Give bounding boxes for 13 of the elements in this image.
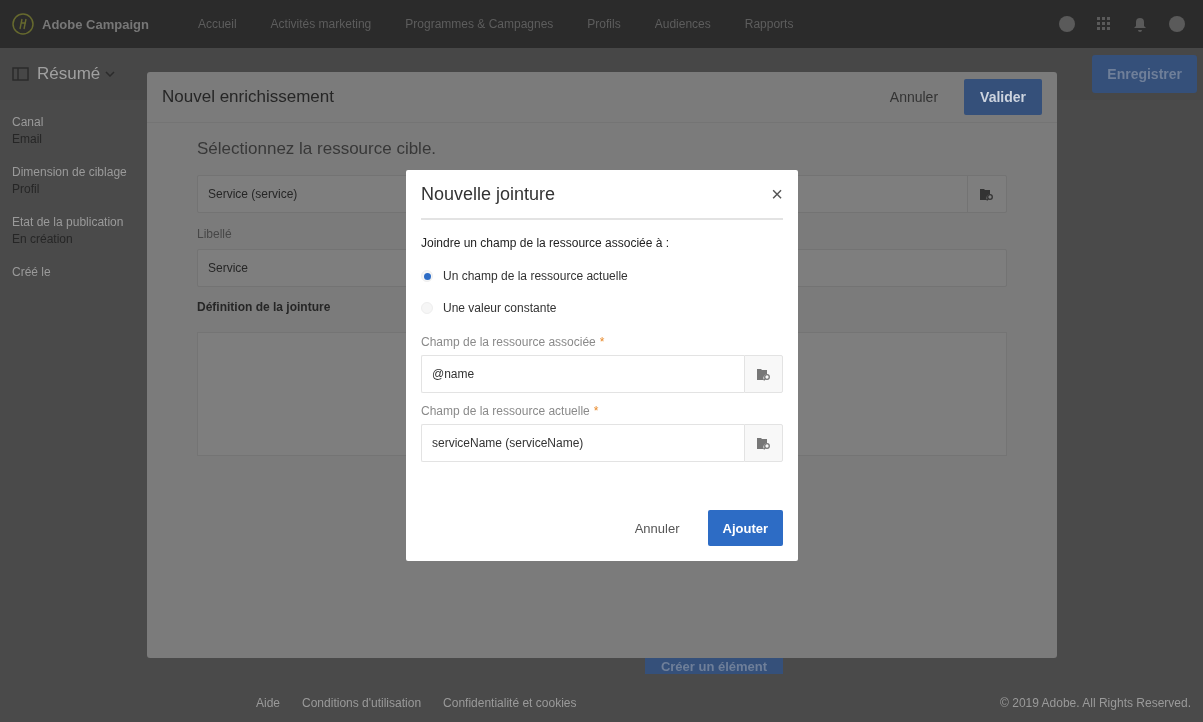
copyright-text: © 2019 Adobe. All Rights Reserved. xyxy=(1000,696,1191,710)
property-label: Dimension de ciblage xyxy=(12,165,127,179)
section-title: Définition de la jointure xyxy=(197,300,331,314)
section-heading: Sélectionnez la ressource cible. xyxy=(197,139,438,159)
property-label: Créé le xyxy=(12,265,51,279)
dialog-title: Nouvelle jointure xyxy=(421,183,556,205)
property-label: Canal xyxy=(12,115,44,129)
property-label: Etat de la publication xyxy=(12,215,124,229)
join-prompt: Joindre un champ de la ressource associée à : xyxy=(421,236,671,250)
modal-title: Nouvel enrichissement xyxy=(162,87,334,107)
brand-name: Adobe Campaign xyxy=(42,16,149,32)
field-label: Champ de la ressource associée * xyxy=(421,335,606,349)
field-label: Champ de la ressource actuelle * xyxy=(421,404,600,418)
